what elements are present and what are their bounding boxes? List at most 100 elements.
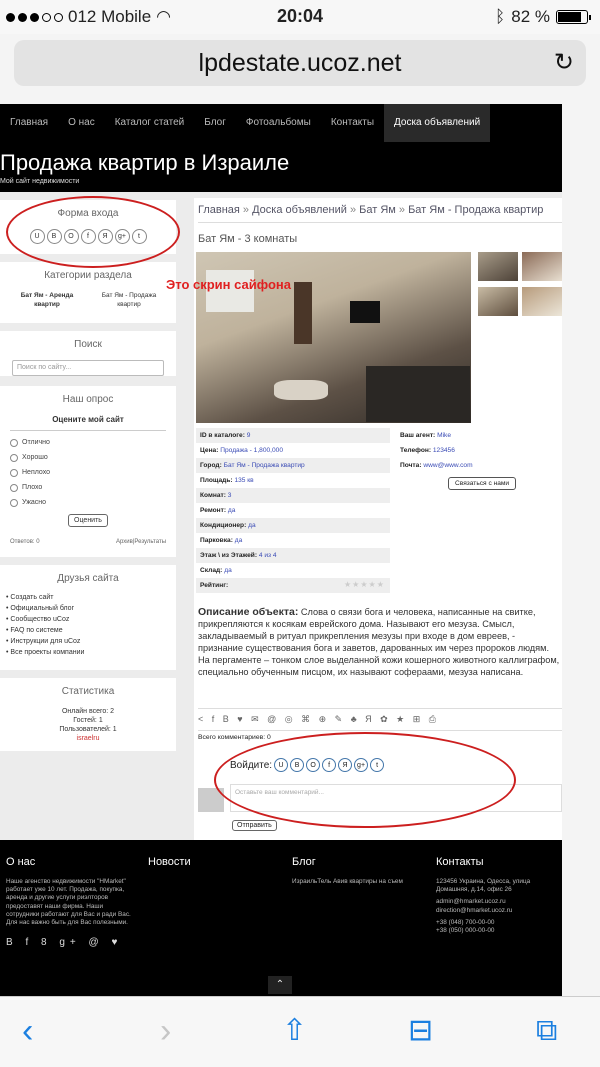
poll-option[interactable]: Хорошо bbox=[10, 450, 166, 465]
poll-question: Оцените мой сайт bbox=[10, 415, 166, 431]
spec-value[interactable]: 3 bbox=[228, 492, 232, 499]
spec-value[interactable]: 135 кв bbox=[234, 477, 253, 484]
annotation-ellipse bbox=[214, 732, 516, 828]
poll-option[interactable]: Неплохо bbox=[10, 465, 166, 480]
footer-social-icons[interactable]: B f 8 g+ @ ♥ bbox=[6, 937, 138, 948]
spec-value[interactable]: да bbox=[235, 537, 243, 544]
spec-label: Ремонт: bbox=[200, 507, 227, 514]
poll-block: Наш опрос Оцените мой сайт Отлично Хорошо Н… bbox=[0, 386, 176, 557]
spec-row: ID в каталоге: 9 bbox=[196, 428, 390, 443]
footer-address: 123456 Украина, Одесса, улица Домашняя, … bbox=[436, 878, 531, 894]
comment-count: Всего комментариев: 0 bbox=[198, 734, 271, 741]
friend-link[interactable]: Официальный блог bbox=[6, 605, 170, 616]
thumbnail[interactable] bbox=[478, 252, 518, 281]
nav-item[interactable]: Блог bbox=[194, 104, 236, 142]
reload-icon[interactable]: ↻ bbox=[554, 40, 574, 86]
stats-guests: Гостей: 1 bbox=[73, 717, 103, 724]
annotation-text: Это скрин сайфона bbox=[166, 277, 291, 292]
poll-title: Наш опрос bbox=[62, 394, 114, 405]
category-link[interactable]: Бат Ям - Аренда квартир bbox=[12, 291, 82, 309]
category-link[interactable]: Бат Ям - Продажа квартир bbox=[94, 291, 164, 309]
annotation-ellipse bbox=[6, 196, 180, 268]
radio-icon[interactable] bbox=[10, 453, 18, 462]
share-bar[interactable]: < f B ♥ ✉ @ ◎ ⌘ ⊕ ✎ ♣ Я ✿ ★ ⊞ ⎙ bbox=[198, 708, 562, 731]
footer-blog-title: Блог bbox=[292, 856, 316, 868]
photo-thumbnails bbox=[478, 252, 562, 322]
crumb-home[interactable]: Главная bbox=[198, 204, 240, 216]
online-user-link[interactable]: israelru bbox=[0, 734, 176, 743]
thumbnail[interactable] bbox=[478, 287, 518, 316]
thumbnail[interactable] bbox=[522, 287, 562, 316]
spec-value[interactable]: 4 из 4 bbox=[259, 552, 277, 559]
spec-value[interactable]: Бат Ям - Продажа квартир bbox=[224, 462, 305, 469]
radio-icon[interactable] bbox=[10, 483, 18, 492]
crumb-sep: » bbox=[346, 204, 360, 216]
radio-icon[interactable] bbox=[10, 438, 18, 447]
friend-link[interactable]: FAQ по системе bbox=[6, 627, 170, 638]
forward-icon[interactable]: › bbox=[160, 1011, 171, 1051]
nav-item[interactable]: Каталог статей bbox=[105, 104, 195, 142]
spec-row: Комнат: 3 bbox=[196, 488, 390, 503]
spec-row: Этаж \ из Этажей: 4 из 4 bbox=[196, 548, 390, 563]
friends-title: Друзья сайта bbox=[57, 573, 119, 584]
footer-news-title: Новости bbox=[148, 856, 191, 868]
agent-info: Ваш агент: Mike Телефон: 123456 Почта: w… bbox=[400, 428, 562, 490]
nav-item[interactable]: О нас bbox=[58, 104, 105, 142]
spec-label: Цена: bbox=[200, 447, 219, 454]
stats-title: Статистика bbox=[61, 686, 115, 697]
back-icon[interactable]: ‹ bbox=[22, 1011, 33, 1051]
agent-name[interactable]: Mike bbox=[437, 432, 451, 439]
rating-stars[interactable]: ★★★★★ bbox=[344, 580, 385, 589]
footer-mail[interactable]: admin@hmarket.ucoz.ru bbox=[436, 898, 560, 906]
crumb-city[interactable]: Бат Ям bbox=[359, 204, 396, 216]
friend-link[interactable]: Инструкции для uCoz bbox=[6, 638, 170, 649]
tabs-icon[interactable]: ⧉ bbox=[536, 1011, 557, 1051]
friend-link[interactable]: Сообщество uCoz bbox=[6, 616, 170, 627]
footer-mail2[interactable]: direction@hmarket.ucoz.ru bbox=[436, 907, 560, 915]
spec-label: Парковка: bbox=[200, 537, 233, 544]
bookmarks-icon[interactable]: ⊟ bbox=[408, 1011, 433, 1051]
thumbnail[interactable] bbox=[522, 252, 562, 281]
site-title[interactable]: Продажа квартир в Израиле bbox=[0, 150, 289, 176]
poll-option[interactable]: Отлично bbox=[10, 435, 166, 450]
nav-item[interactable]: Контакты bbox=[321, 104, 384, 142]
nav-item[interactable]: Доска объявлений bbox=[384, 104, 491, 142]
contact-button[interactable]: Связаться с нами bbox=[448, 477, 517, 490]
footer-about-title: О нас bbox=[6, 856, 36, 868]
spec-value[interactable]: Продажа - 1,800,000 bbox=[220, 447, 283, 454]
friend-link[interactable]: Создать сайт bbox=[6, 594, 170, 605]
vote-button[interactable]: Оценить bbox=[68, 514, 108, 527]
bluetooth-icon: ᛒ bbox=[495, 7, 506, 26]
friend-link[interactable]: Все проекты компании bbox=[6, 649, 170, 660]
poll-option[interactable]: Плохо bbox=[10, 480, 166, 495]
friends-block: Друзья сайта Создать сайтОфициальный бло… bbox=[0, 565, 176, 670]
nav-item[interactable]: Фотоальбомы bbox=[236, 104, 321, 142]
spec-value[interactable]: да bbox=[224, 567, 232, 574]
spec-value[interactable]: 9 bbox=[247, 432, 251, 439]
radio-icon[interactable] bbox=[10, 468, 18, 477]
share-icon[interactable]: ⇧ bbox=[282, 1011, 307, 1051]
search-input[interactable]: Поиск по сайту... bbox=[12, 360, 164, 376]
poll-answers: Ответов: 0 bbox=[10, 539, 40, 545]
spec-value[interactable]: да bbox=[228, 507, 236, 514]
poll-option[interactable]: Ужасно bbox=[10, 495, 166, 510]
radio-icon[interactable] bbox=[10, 498, 18, 507]
nav-item[interactable]: Главная bbox=[0, 104, 58, 142]
url-text: lpdestate.ucoz.net bbox=[198, 49, 402, 77]
spec-label: Город: bbox=[200, 462, 222, 469]
spec-value[interactable]: да bbox=[248, 522, 256, 529]
footer-about-text: Наше агенство недвижимости "HMarket" раб… bbox=[6, 878, 131, 927]
crumb-category[interactable]: Бат Ям - Продажа квартир bbox=[408, 204, 543, 216]
agent-phone[interactable]: 123456 bbox=[433, 447, 455, 454]
scroll-top-button[interactable]: ⌃ bbox=[268, 976, 292, 994]
spec-label: Этаж \ из Этажей: bbox=[200, 552, 258, 559]
poll-option-label: Плохо bbox=[22, 484, 43, 491]
agent-mail[interactable]: www@www.com bbox=[423, 462, 472, 469]
footer-blog-link[interactable]: ИзраильТель Авив квартиры на съем bbox=[292, 878, 432, 886]
spec-row: Парковка: да bbox=[196, 533, 390, 548]
crumb-board[interactable]: Доска объявлений bbox=[252, 204, 347, 216]
send-button[interactable]: Отправить bbox=[232, 820, 277, 831]
poll-archive-link[interactable]: Архив|Результаты bbox=[116, 539, 166, 545]
url-bar[interactable]: lpdestate.ucoz.net ↻ bbox=[14, 40, 586, 86]
battery-icon bbox=[556, 10, 591, 24]
